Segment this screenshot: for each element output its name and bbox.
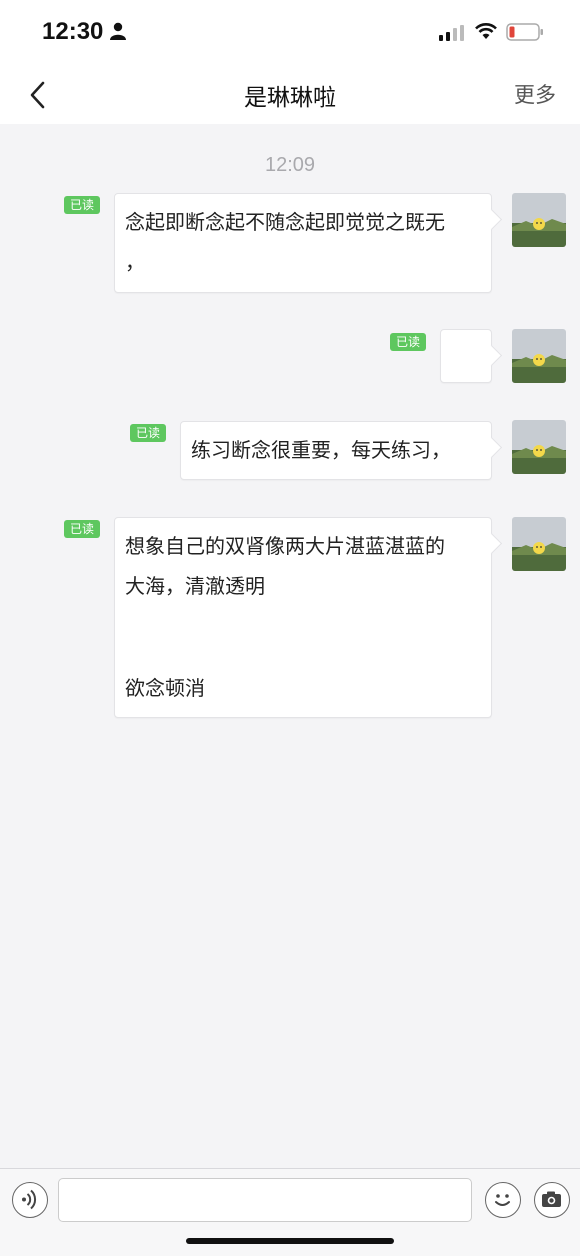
message-line — [125, 606, 481, 668]
avatar[interactable] — [512, 420, 566, 474]
nav-bar: 是琳琳啦 更多 — [0, 66, 580, 124]
read-badge: 已读 — [390, 333, 427, 351]
signal-icon — [439, 25, 464, 41]
read-badge: 已读 — [130, 424, 167, 442]
voice-icon — [22, 1189, 37, 1210]
message-input[interactable] — [58, 1178, 472, 1222]
page-title: 是琳琳啦 — [244, 85, 336, 111]
emoji-icon — [495, 1194, 510, 1206]
message-line: 欲念顿消 — [125, 676, 205, 700]
message-line: 练习断念很重要，每天练习， — [191, 438, 451, 462]
avatar[interactable] — [512, 329, 566, 383]
message-bubble[interactable]: 想象自己的双肾像两大片湛蓝湛蓝的 大海，清澈透明 欲念顿消 — [114, 517, 492, 718]
battery-icon — [506, 23, 543, 41]
person-icon — [110, 22, 126, 40]
emoji-button[interactable] — [485, 1182, 521, 1218]
avatar[interactable] — [512, 193, 566, 247]
read-badge: 已读 — [64, 520, 101, 538]
message-line: ， — [125, 250, 145, 274]
message-bubble-empty[interactable] — [440, 329, 492, 383]
camera-icon — [542, 1191, 561, 1207]
avatar[interactable] — [512, 517, 566, 571]
more-button[interactable]: 更多 — [514, 79, 556, 109]
status-bar: 12:30 — [0, 0, 580, 66]
message-timestamp: 12:09 — [264, 154, 316, 176]
home-indicator[interactable] — [186, 1238, 394, 1244]
message-bubble[interactable]: 念起即断念起不随念起即觉觉之既无 ， — [114, 193, 492, 293]
status-time: 12:30 — [42, 18, 104, 45]
voice-button[interactable] — [12, 1182, 48, 1218]
message-bubble[interactable]: 练习断念很重要，每天练习， — [180, 421, 492, 480]
message-line: 大海，清澈透明 — [125, 574, 265, 598]
read-badge: 已读 — [64, 196, 101, 214]
message-line: 念起即断念起不随念起即觉觉之既无 — [125, 210, 445, 234]
message-line: 想象自己的双肾像两大片湛蓝湛蓝的 — [125, 534, 445, 558]
wifi-icon — [475, 23, 497, 39]
camera-button[interactable] — [534, 1182, 570, 1218]
